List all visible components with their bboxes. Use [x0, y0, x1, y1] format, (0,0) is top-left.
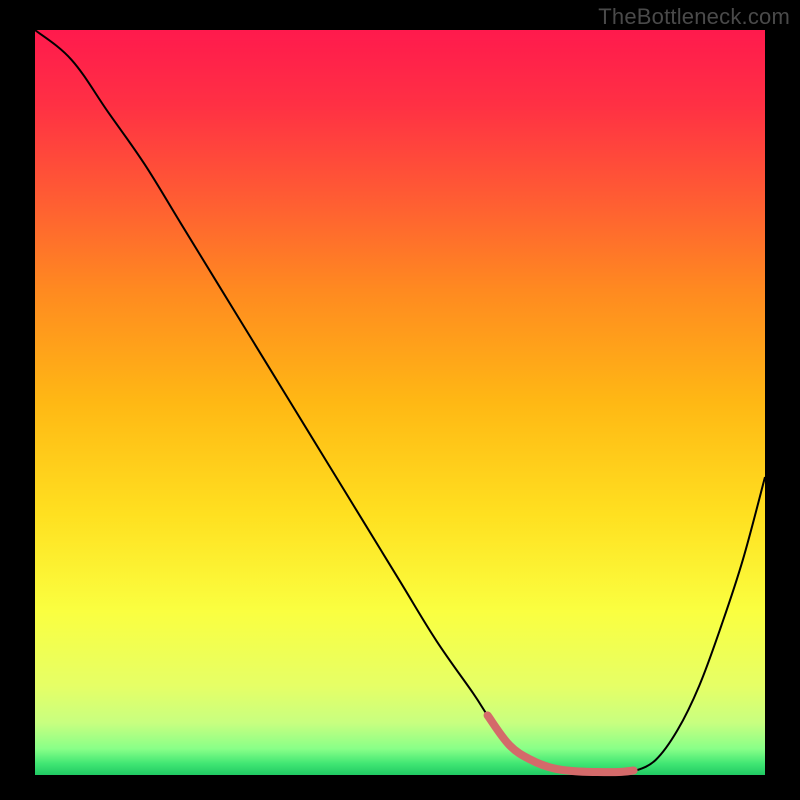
bottleneck-chart — [0, 0, 800, 800]
plot-background — [35, 30, 765, 775]
chart-frame: TheBottleneck.com — [0, 0, 800, 800]
